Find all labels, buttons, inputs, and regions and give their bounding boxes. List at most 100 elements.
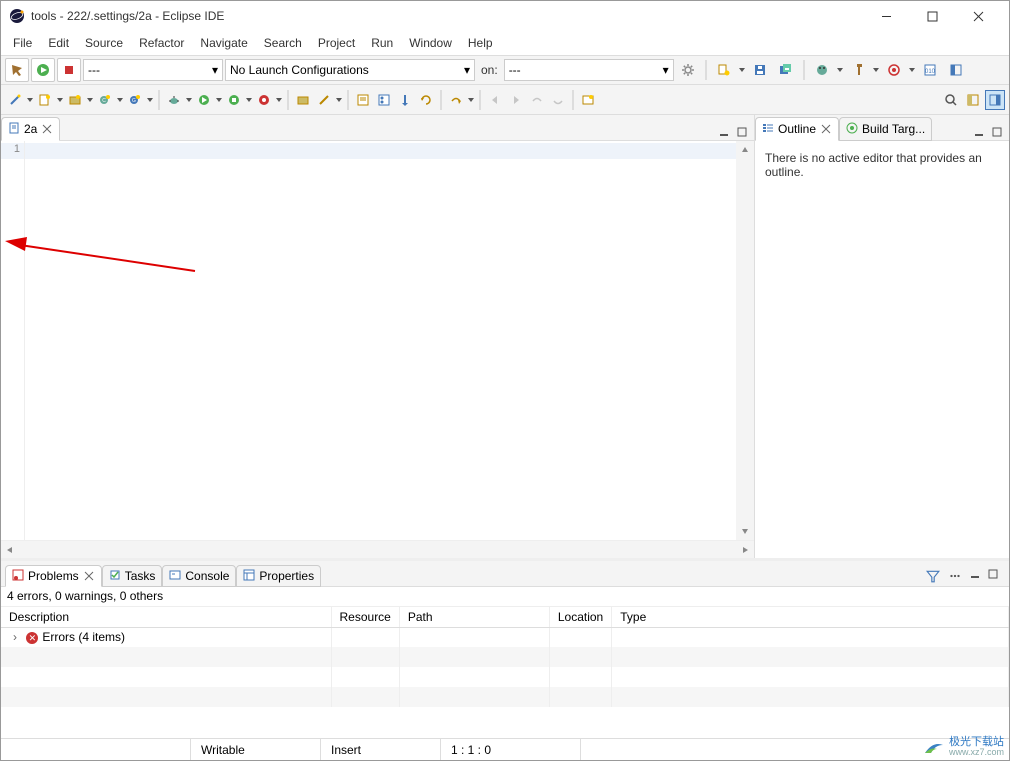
- scroll-track[interactable]: [736, 159, 754, 522]
- step-over-icon[interactable]: [446, 90, 466, 110]
- coverage-dropdown[interactable]: [275, 98, 283, 102]
- col-resource[interactable]: Resource: [331, 607, 399, 627]
- menu-run[interactable]: Run: [363, 33, 401, 53]
- maximize-outline-icon[interactable]: [989, 124, 1005, 140]
- debug-dropdown[interactable]: [836, 68, 844, 72]
- new-package-icon[interactable]: [65, 90, 85, 110]
- stop-button[interactable]: [57, 58, 81, 82]
- tab-properties[interactable]: Properties: [236, 565, 321, 587]
- filter-icon[interactable]: [923, 566, 943, 586]
- target-button[interactable]: [882, 58, 906, 82]
- coverage-icon[interactable]: [254, 90, 274, 110]
- breakpoint-list-icon[interactable]: [374, 90, 394, 110]
- save-button[interactable]: [748, 58, 772, 82]
- undo-nav-icon[interactable]: [527, 90, 547, 110]
- profile-dropdown[interactable]: [245, 98, 253, 102]
- col-location[interactable]: Location: [549, 607, 611, 627]
- back-icon[interactable]: [485, 90, 505, 110]
- open-perspective-icon[interactable]: [963, 90, 983, 110]
- run-icon[interactable]: [194, 90, 214, 110]
- editor-text-area[interactable]: [25, 141, 736, 540]
- build-button[interactable]: [5, 58, 29, 82]
- step-over-dropdown[interactable]: [467, 98, 475, 102]
- new-class-dropdown[interactable]: [56, 98, 64, 102]
- close-tab-icon[interactable]: [41, 123, 53, 135]
- redo-nav-icon[interactable]: [548, 90, 568, 110]
- maximize-bottom-icon[interactable]: [985, 566, 1001, 582]
- expand-toggle[interactable]: ›: [13, 630, 23, 644]
- wand-icon[interactable]: [5, 90, 25, 110]
- perspective-button[interactable]: [944, 58, 968, 82]
- minimize-view-icon[interactable]: [716, 124, 732, 140]
- new-dropdown[interactable]: [738, 68, 746, 72]
- vertical-scrollbar[interactable]: [736, 141, 754, 540]
- close-button[interactable]: [955, 2, 1001, 30]
- menu-file[interactable]: File: [5, 33, 40, 53]
- menu-navigate[interactable]: Navigate: [192, 33, 255, 53]
- minimize-bottom-icon[interactable]: [967, 566, 983, 582]
- profile-icon[interactable]: [224, 90, 244, 110]
- tab-outline[interactable]: Outline: [755, 117, 839, 141]
- gear-icon[interactable]: [676, 58, 700, 82]
- new-source-dropdown[interactable]: [116, 98, 124, 102]
- menu-edit[interactable]: Edit: [40, 33, 77, 53]
- on-combo[interactable]: ---▾: [504, 59, 674, 81]
- pin-icon[interactable]: [395, 90, 415, 110]
- new-cpp-dropdown[interactable]: [146, 98, 154, 102]
- horizontal-scrollbar[interactable]: [1, 540, 754, 558]
- task-list-icon[interactable]: [353, 90, 373, 110]
- search-wand-icon[interactable]: [314, 90, 334, 110]
- build-dropdown[interactable]: [872, 68, 880, 72]
- target-dropdown[interactable]: [908, 68, 916, 72]
- editor-tab-2a[interactable]: 2a: [1, 117, 60, 141]
- menu-help[interactable]: Help: [460, 33, 501, 53]
- tab-problems[interactable]: Problems: [5, 565, 102, 587]
- debug-as-button[interactable]: [810, 58, 834, 82]
- scroll-track[interactable]: [19, 541, 736, 558]
- col-type[interactable]: Type: [612, 607, 1009, 627]
- view-menu-icon[interactable]: [945, 566, 965, 586]
- open-type-icon[interactable]: [293, 90, 313, 110]
- search-icon[interactable]: [941, 90, 961, 110]
- menu-project[interactable]: Project: [310, 33, 363, 53]
- scroll-right-icon[interactable]: [736, 541, 754, 558]
- run-dropdown[interactable]: [215, 98, 223, 102]
- menu-refactor[interactable]: Refactor: [131, 33, 192, 53]
- new-source-folder-icon[interactable]: C: [95, 90, 115, 110]
- c-perspective-icon[interactable]: [985, 90, 1005, 110]
- binary-button[interactable]: 010: [918, 58, 942, 82]
- tab-build-targets[interactable]: Build Targ...: [839, 117, 932, 141]
- search-wand-dropdown[interactable]: [335, 98, 343, 102]
- maximize-view-icon[interactable]: [734, 124, 750, 140]
- close-outline-icon[interactable]: [820, 123, 832, 135]
- table-row[interactable]: › ✕Errors (4 items): [1, 627, 1009, 647]
- debug-icon[interactable]: [164, 90, 184, 110]
- launch-config-combo-2[interactable]: No Launch Configurations▾: [225, 59, 475, 81]
- menu-window[interactable]: Window: [401, 33, 460, 53]
- scroll-down-icon[interactable]: [736, 522, 754, 540]
- wand-dropdown[interactable]: [26, 98, 34, 102]
- minimize-outline-icon[interactable]: [971, 124, 987, 140]
- save-all-button[interactable]: [774, 58, 798, 82]
- menu-source[interactable]: Source: [77, 33, 131, 53]
- new-class-icon[interactable]: [35, 90, 55, 110]
- scroll-up-icon[interactable]: [736, 141, 754, 159]
- launch-config-combo-1[interactable]: ---▾: [83, 59, 223, 81]
- new-package-dropdown[interactable]: [86, 98, 94, 102]
- maximize-button[interactable]: [909, 2, 955, 30]
- annotation-icon[interactable]: [578, 90, 598, 110]
- close-problems-icon[interactable]: [83, 570, 95, 582]
- col-description[interactable]: Description: [1, 607, 331, 627]
- tab-console[interactable]: Console: [162, 565, 236, 587]
- debug-dropdown2[interactable]: [185, 98, 193, 102]
- run-button[interactable]: [31, 58, 55, 82]
- refresh-icon[interactable]: [416, 90, 436, 110]
- forward-icon[interactable]: [506, 90, 526, 110]
- col-path[interactable]: Path: [399, 607, 549, 627]
- menu-search[interactable]: Search: [256, 33, 310, 53]
- new-cpp-class-icon[interactable]: G: [125, 90, 145, 110]
- tab-tasks[interactable]: Tasks: [102, 565, 163, 587]
- new-button[interactable]: [712, 58, 736, 82]
- scroll-left-icon[interactable]: [1, 541, 19, 558]
- minimize-button[interactable]: [863, 2, 909, 30]
